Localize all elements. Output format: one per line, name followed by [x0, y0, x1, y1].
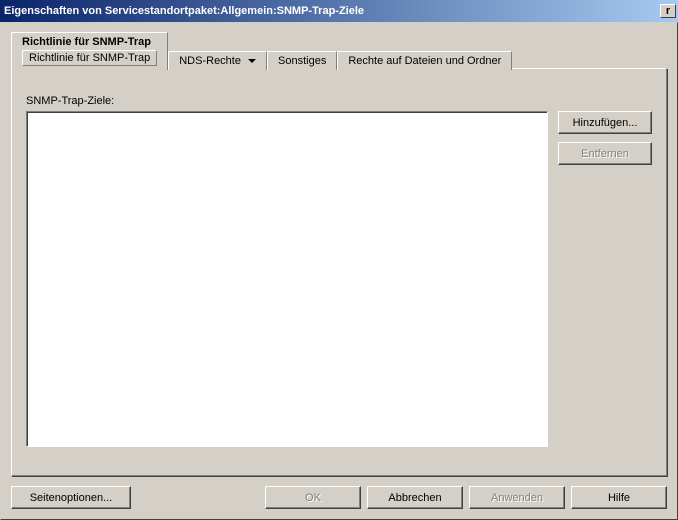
side-buttons: Hinzufügen... Entfernen	[558, 111, 652, 447]
tab-label: Rechte auf Dateien und Ordner	[348, 55, 501, 67]
tab-page: SNMP-Trap-Ziele: Hinzufügen... Entfernen	[11, 68, 667, 476]
tab-rechte-dateien-ordner[interactable]: Rechte auf Dateien und Ordner	[337, 51, 512, 70]
titlebar: Eigenschaften von Servicestandortpaket:A…	[0, 0, 678, 22]
remove-button[interactable]: Entfernen	[558, 142, 652, 165]
help-button[interactable]: Hilfe	[571, 486, 667, 509]
content-row: Hinzufügen... Entfernen	[26, 111, 652, 447]
cancel-button[interactable]: Abbrechen	[367, 486, 463, 509]
tab-strip: Richtlinie für SNMP-Trap Richtlinie für …	[11, 31, 667, 69]
chevron-down-icon	[248, 59, 256, 63]
dialog-body: Richtlinie für SNMP-Trap Richtlinie für …	[0, 22, 678, 520]
snmp-trap-ziele-listbox[interactable]	[26, 111, 548, 447]
ok-button[interactable]: OK	[265, 486, 361, 509]
window-title: Eigenschaften von Servicestandortpaket:A…	[4, 5, 660, 17]
tab-label: Sonstiges	[278, 55, 326, 67]
tab-sonstiges[interactable]: Sonstiges	[267, 51, 337, 70]
tab-richtlinie-snmp-trap[interactable]: Richtlinie für SNMP-Trap Richtlinie für …	[11, 32, 168, 70]
tab-label: NDS-Rechte	[179, 55, 256, 67]
tab-sublabel: Richtlinie für SNMP-Trap	[22, 50, 157, 66]
close-icon[interactable]: r	[660, 4, 676, 18]
bottom-button-row: Seitenoptionen... OK Abbrechen Anwenden …	[11, 486, 667, 509]
tab-nds-rechte[interactable]: NDS-Rechte	[168, 51, 267, 70]
page-options-button[interactable]: Seitenoptionen...	[11, 486, 131, 509]
list-label: SNMP-Trap-Ziele:	[26, 95, 652, 107]
tab-label-text: NDS-Rechte	[179, 55, 241, 67]
tab-label: Richtlinie für SNMP-Trap	[22, 36, 151, 48]
add-button[interactable]: Hinzufügen...	[558, 111, 652, 134]
apply-button[interactable]: Anwenden	[469, 486, 565, 509]
